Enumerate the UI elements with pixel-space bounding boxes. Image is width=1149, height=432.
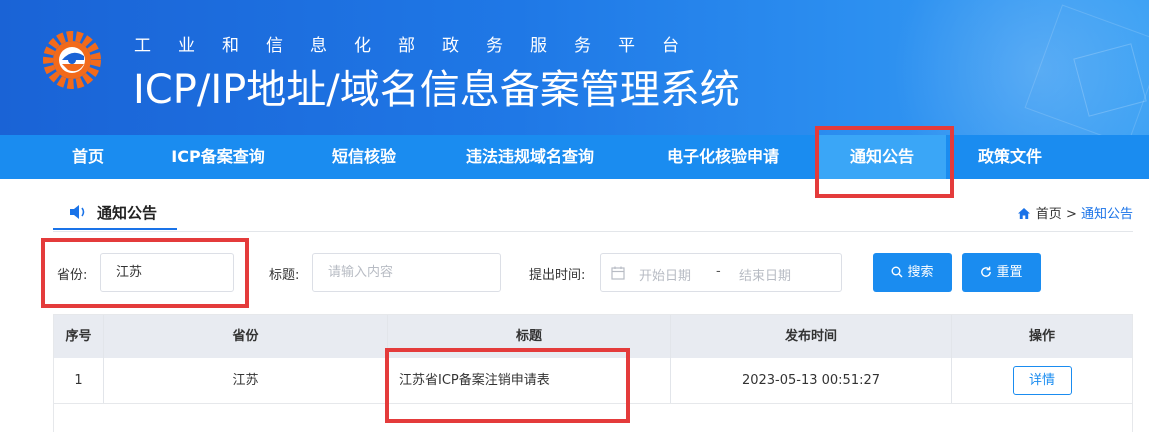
main-nav: 首页 ICP备案查询 短信核验 违法违规域名查询 电子化核验申请 通知公告 政策… <box>0 135 1149 179</box>
column-header-action: 操作 <box>1028 329 1055 344</box>
row-action: 详情 <box>952 358 1132 403</box>
refresh-icon <box>981 266 992 277</box>
end-date-input[interactable]: 结束日期 <box>739 265 791 284</box>
search-button[interactable]: 搜索 <box>873 253 952 292</box>
section-tab: 通知公告 <box>53 195 177 230</box>
home-icon <box>1017 208 1030 219</box>
breadcrumb-home[interactable]: 首页 <box>1036 207 1062 222</box>
logo-icon <box>43 31 101 89</box>
start-date-input[interactable]: 开始日期 <box>639 265 691 284</box>
nav-item-e-verify-apply[interactable]: 电子化核验申请 <box>644 135 802 179</box>
search-icon <box>891 266 903 278</box>
column-header-index: 序号 <box>54 315 104 358</box>
section-divider <box>53 231 1133 232</box>
row-index: 1 <box>54 358 104 403</box>
nav-item-sms-verify[interactable]: 短信核验 <box>312 135 416 179</box>
highlight-box-nav <box>815 126 954 198</box>
speaker-icon <box>70 205 85 219</box>
title-input[interactable]: 请输入内容 <box>312 253 501 292</box>
highlight-box-title <box>385 348 630 423</box>
reset-button-label: 重置 <box>996 265 1023 280</box>
nav-item-icp-query[interactable]: ICP备案查询 <box>150 135 286 179</box>
header-banner: 工业和信息化部政务服务平台 ICP/IP地址/域名信息备案管理系统 <box>0 0 1149 135</box>
breadcrumb-current: 通知公告 <box>1080 207 1133 222</box>
title-label: 标题: <box>269 268 300 283</box>
platform-subtitle: 工业和信息化部政务服务平台 <box>134 36 706 56</box>
system-title: ICP/IP地址/域名信息备案管理系统 <box>133 67 740 113</box>
column-header-province: 省份 <box>104 315 388 358</box>
calendar-icon <box>611 266 625 280</box>
date-range-separator: - <box>716 264 721 279</box>
nav-item-home[interactable]: 首页 <box>52 135 124 179</box>
row-publish-time: 2023-05-13 00:51:27 <box>671 358 952 403</box>
reset-button[interactable]: 重置 <box>962 253 1041 292</box>
detail-button[interactable]: 详情 <box>1012 366 1072 395</box>
row-province: 江苏 <box>104 358 388 403</box>
section-tab-label: 通知公告 <box>97 204 158 222</box>
date-range-picker[interactable]: 开始日期 - 结束日期 <box>600 253 842 292</box>
breadcrumb: 首页 > 通知公告 <box>1017 203 1133 222</box>
search-button-label: 搜索 <box>907 265 934 280</box>
highlight-box-province <box>41 238 249 308</box>
nav-item-policy-documents[interactable]: 政策文件 <box>958 135 1062 179</box>
breadcrumb-separator: > <box>1065 207 1077 222</box>
column-header-publish-time: 发布时间 <box>671 315 952 358</box>
nav-item-illegal-domain-query[interactable]: 违法违规域名查询 <box>442 135 618 179</box>
time-label: 提出时间: <box>529 268 586 283</box>
